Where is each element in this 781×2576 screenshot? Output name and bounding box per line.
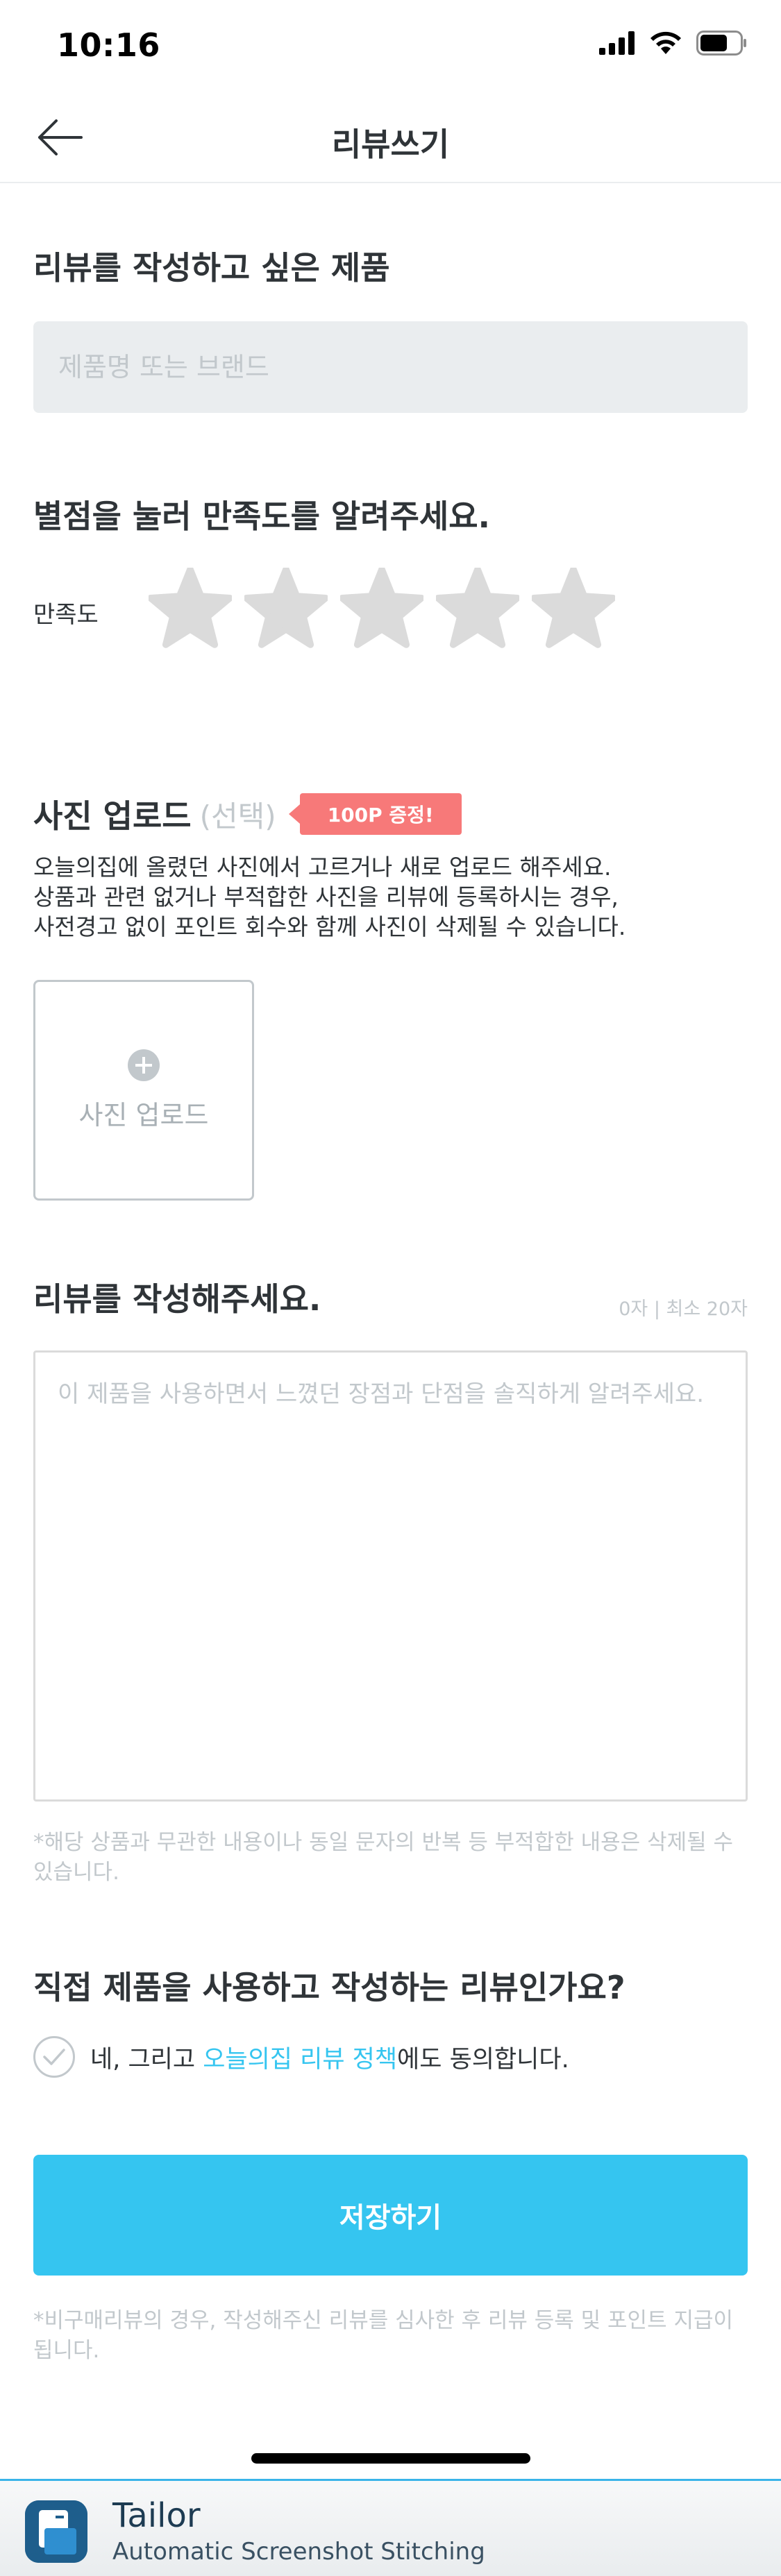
review-textarea[interactable]: [33, 1350, 748, 1802]
agreement-text: 네, 그리고 오늘의집 리뷰 정책에도 동의합니다.: [90, 2040, 569, 2075]
plus-circle-icon: [128, 1049, 160, 1081]
agreement-text-before: 네, 그리고: [90, 2045, 203, 2074]
point-badge-label: 100P 증정!: [299, 793, 462, 835]
review-warning-note: *해당 상품과 무관한 내용이나 동일 문자의 반복 등 부적합한 내용은 삭제…: [33, 1830, 734, 1885]
check-icon: [43, 2049, 65, 2065]
tailor-app-subtitle: Automatic Screenshot Stitching: [112, 2538, 485, 2566]
review-policy-link[interactable]: 오늘의집 리뷰 정책: [203, 2046, 397, 2074]
product-section-title: 리뷰를 작성하고 싶은 제품: [33, 249, 390, 287]
signal-icon: [599, 31, 635, 55]
photo-desc-line: 사전경고 없이 포인트 회수와 함께 사진이 삭제될 수 있습니다.: [33, 913, 626, 940]
agreement-question: 직접 제품을 사용하고 작성하는 리뷰인가요?: [33, 1969, 625, 2006]
star-rating: [149, 568, 615, 651]
badge-arrow: [288, 804, 300, 824]
tailor-app-name: Tailor: [112, 2496, 201, 2535]
tailor-app-icon: [25, 2500, 87, 2563]
satisfaction-label: 만족도: [33, 601, 99, 629]
status-time: 10:16: [57, 26, 160, 64]
rating-section-title: 별점을 눌러 만족도를 알려주세요.: [33, 498, 490, 535]
review-section-title: 리뷰를 작성해주세요.: [33, 1280, 321, 1318]
char-counter: 0자 | 최소 20자: [619, 1298, 748, 1320]
tailor-banner: Tailor Automatic Screenshot Stitching: [0, 2479, 781, 2576]
status-bar: 10:16: [0, 0, 781, 92]
star-icon[interactable]: [436, 568, 519, 651]
wifi-icon: [650, 31, 681, 54]
star-icon[interactable]: [532, 568, 615, 651]
home-indicator: [251, 2453, 530, 2464]
point-badge: 100P 증정!: [288, 793, 462, 835]
photo-description: 오늘의집에 올렸던 사진에서 고르거나 새로 업로드 해주세요. 상품과 관련 …: [33, 852, 755, 942]
photo-optional-label: (선택): [199, 799, 276, 833]
photo-upload-label: 사진 업로드: [78, 1099, 209, 1130]
non-purchase-review-note: *비구매리뷰의 경우, 작성해주신 리뷰를 심사한 후 리뷰 등록 및 포인트 …: [33, 2308, 734, 2363]
agreement-checkbox[interactable]: [33, 2036, 75, 2078]
product-search-input[interactable]: [33, 321, 748, 413]
agreement-checkbox-row[interactable]: 네, 그리고 오늘의집 리뷰 정책에도 동의합니다.: [33, 2036, 569, 2078]
star-icon[interactable]: [149, 568, 232, 651]
photo-desc-line: 오늘의집에 올렸던 사진에서 고르거나 새로 업로드 해주세요.: [33, 854, 612, 881]
photo-section-header: 사진 업로드 (선택) 100P 증정!: [33, 791, 462, 837]
nav-bar: 리뷰쓰기: [0, 92, 781, 183]
star-icon[interactable]: [244, 568, 328, 651]
status-icons: [599, 31, 748, 56]
page-title: 리뷰쓰기: [331, 126, 450, 163]
photo-upload-button[interactable]: 사진 업로드: [33, 980, 254, 1201]
photo-section-title: 사진 업로드: [33, 797, 192, 835]
save-button[interactable]: 저장하기: [33, 2155, 748, 2276]
photo-desc-line: 상품과 관련 없거나 부적합한 사진을 리뷰에 등록하시는 경우,: [33, 883, 619, 910]
star-icon[interactable]: [340, 568, 423, 651]
agreement-text-after: 에도 동의합니다.: [397, 2045, 569, 2074]
battery-icon: [696, 31, 746, 56]
